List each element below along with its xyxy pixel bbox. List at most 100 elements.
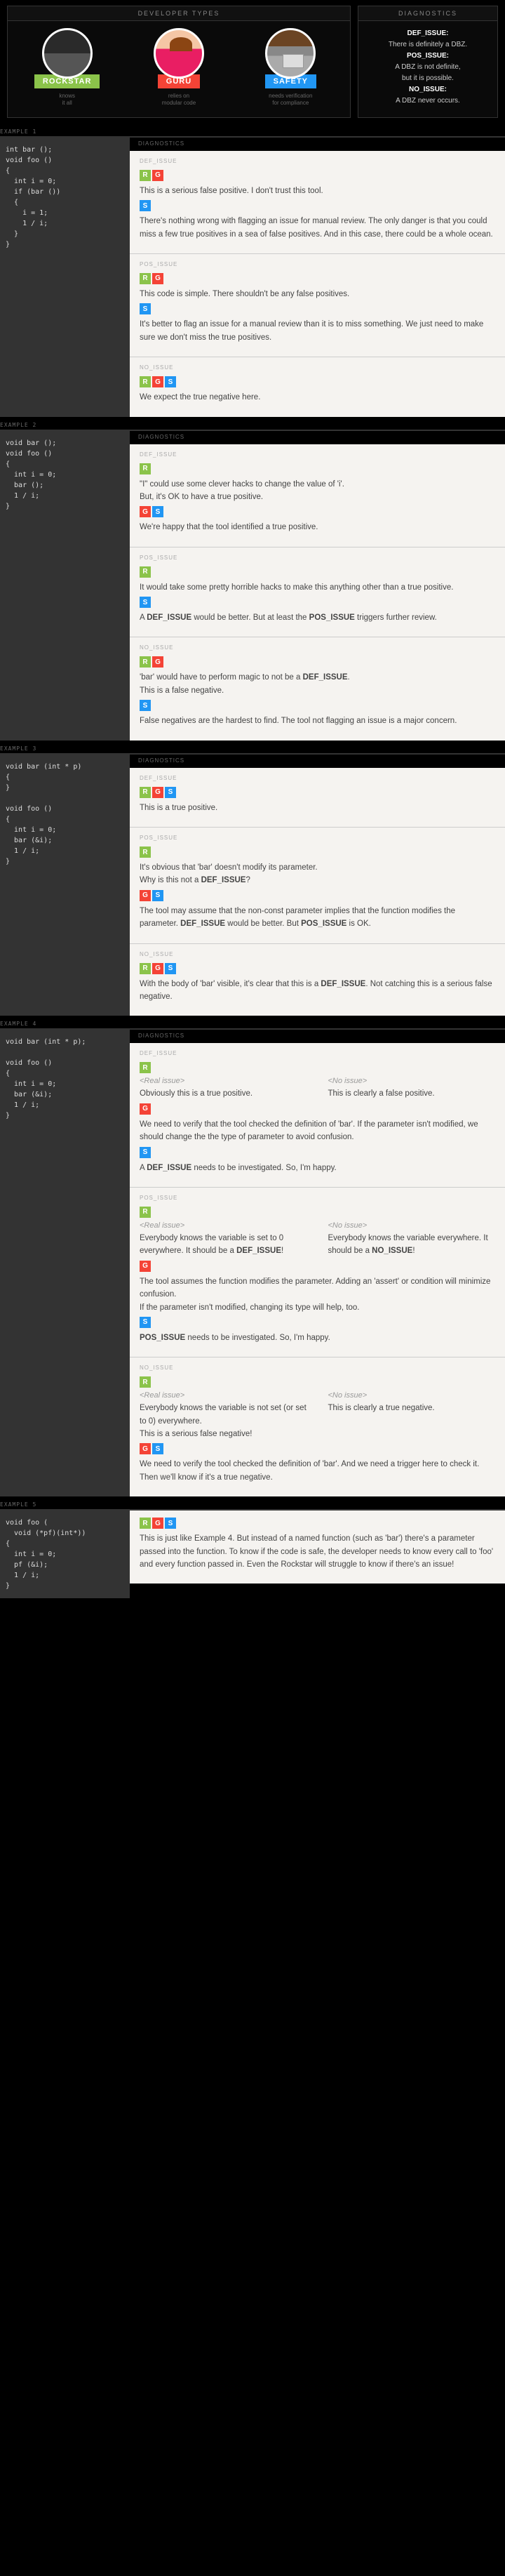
def-issue-desc: There is definitely a DBZ. bbox=[389, 41, 467, 48]
ex2-def-r: "I" could use some clever hacks to chang… bbox=[140, 478, 495, 504]
example-4: EXAMPLE 4void bar (int * p); void foo ()… bbox=[0, 1028, 505, 1496]
tag-r: R bbox=[140, 963, 151, 974]
tag-r: R bbox=[140, 170, 151, 181]
ex4-no-type: NO_ISSUE bbox=[140, 1365, 495, 1371]
tag-g: G bbox=[140, 1443, 151, 1454]
ex1-no: NO_ISSUE RGS We expect the true negative… bbox=[130, 357, 505, 416]
tag-s: S bbox=[165, 1518, 176, 1529]
tag-g: G bbox=[140, 506, 151, 517]
ex4-pos-g: The tool assumes the function modifies t… bbox=[140, 1275, 495, 1314]
avatar-rockstar bbox=[42, 28, 93, 79]
tag-g: G bbox=[152, 787, 163, 798]
ex2-pos: POS_ISSUE R It would take some pretty ho… bbox=[130, 547, 505, 637]
example-1: EXAMPLE 1int bar (); void foo () { int i… bbox=[0, 136, 505, 417]
ex2-no: NO_ISSUE RG 'bar' would have to perform … bbox=[130, 637, 505, 740]
code-1: EXAMPLE 1int bar (); void foo () { int i… bbox=[0, 138, 130, 417]
tag-r: R bbox=[140, 787, 151, 798]
ex2-no-type: NO_ISSUE bbox=[140, 644, 495, 651]
code-5-text: void foo ( void (*pf)(int*)) { int i = 0… bbox=[6, 1519, 86, 1590]
ex3-pos-type: POS_ISSUE bbox=[140, 835, 495, 841]
ex4-def-type: DEF_ISSUE bbox=[140, 1050, 495, 1056]
tag-g: G bbox=[152, 1518, 163, 1529]
ex2-def: DEF_ISSUE R "I" could use some clever ha… bbox=[130, 444, 505, 547]
tag-r: R bbox=[140, 1062, 151, 1073]
tag-r: R bbox=[140, 656, 151, 668]
diag-header-2: DIAGNOSTICS bbox=[130, 431, 505, 444]
code-2-text: void bar (); void foo () { int i = 0; ba… bbox=[6, 439, 56, 510]
def-issue-term: DEF_ISSUE: bbox=[408, 29, 449, 37]
tag-r: R bbox=[140, 463, 151, 474]
avatar-safety bbox=[265, 28, 316, 79]
ex1-def-type: DEF_ISSUE bbox=[140, 158, 495, 164]
ex4-pos-type: POS_ISSUE bbox=[140, 1195, 495, 1201]
tag-g: G bbox=[152, 963, 163, 974]
sub-rockstar: knows it all bbox=[59, 93, 75, 107]
col-none: <No issue> bbox=[328, 1221, 496, 1230]
ex2-pos-s: A DEF_ISSUE would be better. But at leas… bbox=[140, 611, 495, 624]
sub-guru: relies on modular code bbox=[162, 93, 196, 107]
code-4: EXAMPLE 4void bar (int * p); void foo ()… bbox=[0, 1030, 130, 1496]
diag-header-3: DIAGNOSTICS bbox=[130, 755, 505, 768]
code-1-text: int bar (); void foo () { int i = 0; if … bbox=[6, 146, 60, 248]
example-3: EXAMPLE 3void bar (int * p) { } void foo… bbox=[0, 753, 505, 1016]
ex4-pos-r-real: Everybody knows the variable is set to 0… bbox=[140, 1232, 307, 1258]
tag-s: S bbox=[140, 700, 151, 711]
tag-s: S bbox=[152, 506, 163, 517]
tag-r: R bbox=[140, 1518, 151, 1529]
tag-g: G bbox=[140, 890, 151, 901]
ex2-def-gs: We're happy that the tool identified a t… bbox=[140, 521, 495, 533]
ex3-no-type: NO_ISSUE bbox=[140, 951, 495, 957]
ex4-no-gs: We need to verify the tool checked the d… bbox=[140, 1458, 495, 1484]
tag-s: S bbox=[140, 303, 151, 314]
tag-s: S bbox=[140, 1147, 151, 1158]
ex2-no-s: False negatives are the hardest to find.… bbox=[140, 715, 495, 727]
ex3-pos-gs: The tool may assume that the non-const p… bbox=[140, 905, 495, 931]
pos-issue-desc: A DBZ is not definite, but it is possibl… bbox=[395, 63, 460, 82]
ex1-no-all: We expect the true negative here. bbox=[140, 391, 495, 404]
ex2-pos-r: It would take some pretty horrible hacks… bbox=[140, 581, 495, 594]
diagnostics-definitions: DEF_ISSUE: There is definitely a DBZ. POS… bbox=[358, 21, 497, 114]
pos-issue-term: POS_ISSUE: bbox=[407, 52, 449, 60]
ex1-pos-s: It's better to flag an issue for a manua… bbox=[140, 318, 495, 344]
ex1-def-rg: This is a serious false positive. I don'… bbox=[140, 185, 495, 197]
ex4-no-r-real: Everybody knows the variable is not set … bbox=[140, 1402, 307, 1440]
ex2-pos-type: POS_ISSUE bbox=[140, 555, 495, 561]
tag-s: S bbox=[140, 1317, 151, 1328]
example-2: EXAMPLE 2void bar (); void foo () { int … bbox=[0, 430, 505, 741]
col-real: <Real issue> bbox=[140, 1221, 307, 1230]
tag-g: G bbox=[152, 273, 163, 284]
tag-s: S bbox=[140, 597, 151, 608]
code-4-text: void bar (int * p); void foo () { int i … bbox=[6, 1038, 86, 1120]
ex4-def-r-none: This is clearly a false positive. bbox=[328, 1087, 496, 1100]
ex4-no-r-none: This is clearly a true negative. bbox=[328, 1402, 496, 1414]
tag-g: G bbox=[140, 1103, 151, 1115]
ex1-pos: POS_ISSUE RG This code is simple. There … bbox=[130, 253, 505, 357]
ex3-def-all: This is a true positive. bbox=[140, 802, 495, 814]
sub-safety: needs verification for compliance bbox=[269, 93, 312, 107]
no-issue-term: NO_ISSUE: bbox=[409, 86, 447, 93]
diagnostics-panel: DIAGNOSTICS DEF_ISSUE:There is definitel… bbox=[358, 6, 498, 118]
ex2-no-rg: 'bar' would have to perform magic to not… bbox=[140, 671, 495, 697]
tag-r: R bbox=[140, 566, 151, 578]
ex4-def: DEF_ISSUE R <Real issue>Obviously this i… bbox=[130, 1043, 505, 1187]
avatar-guru bbox=[154, 28, 204, 79]
col-none: <No issue> bbox=[328, 1077, 496, 1085]
ex2-def-type: DEF_ISSUE bbox=[140, 451, 495, 458]
example-2-label: EXAMPLE 2 bbox=[0, 421, 36, 430]
developer-types-panel: DEVELOPER TYPES ROCKSTAR knows it all GU… bbox=[7, 6, 351, 118]
ex3-def-type: DEF_ISSUE bbox=[140, 775, 495, 781]
tag-r: R bbox=[140, 273, 151, 284]
no-issue-desc: A DBZ never occurs. bbox=[396, 97, 460, 105]
tag-s: S bbox=[152, 890, 163, 901]
example-5-label: EXAMPLE 5 bbox=[0, 1501, 36, 1509]
tag-s: S bbox=[140, 200, 151, 211]
tag-r: R bbox=[140, 847, 151, 858]
tag-g: G bbox=[140, 1261, 151, 1272]
diag-header-4: DIAGNOSTICS bbox=[130, 1030, 505, 1043]
ex4-pos-s: POS_ISSUE needs to be investigated. So, … bbox=[140, 1332, 495, 1344]
tag-r: R bbox=[140, 1207, 151, 1218]
diag-header-1: DIAGNOSTICS bbox=[130, 138, 505, 151]
ex5-block: RGS This is just like Example 4. But ins… bbox=[130, 1511, 505, 1584]
ex4-def-g: We need to verify that the tool checked … bbox=[140, 1118, 495, 1144]
col-none: <No issue> bbox=[328, 1391, 496, 1400]
